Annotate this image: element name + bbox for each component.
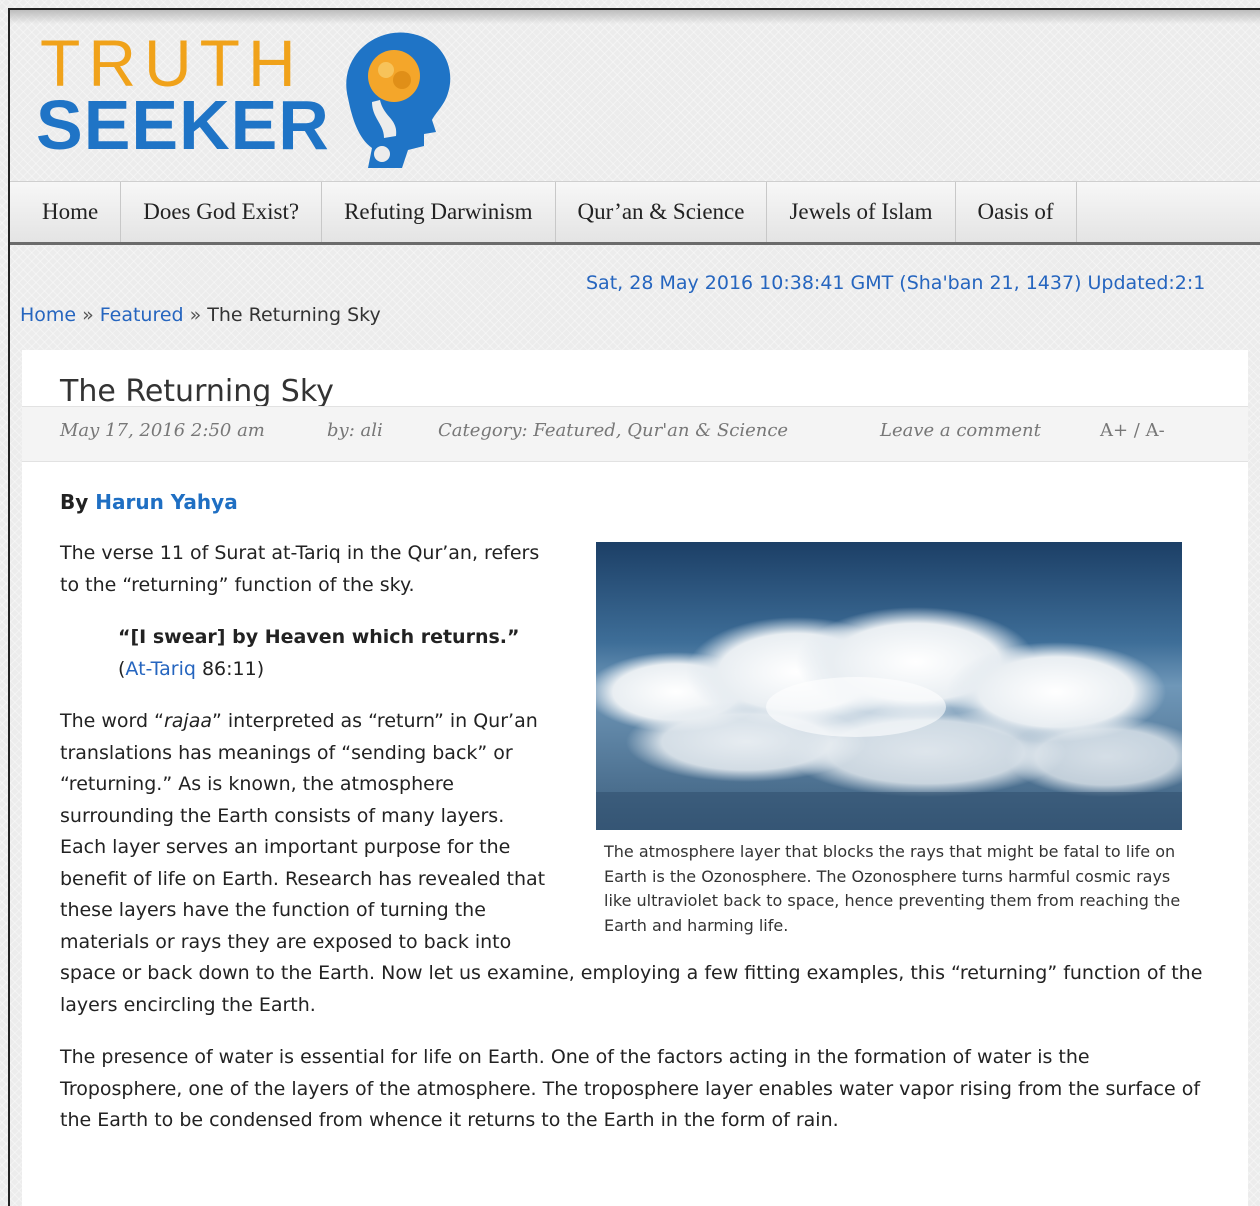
head-question-icon [346,32,451,168]
post-author[interactable]: by: ali [327,420,383,441]
breadcrumb-featured[interactable]: Featured [100,304,184,326]
article-figure: The atmosphere layer that blocks the ray… [596,542,1194,938]
leave-comment-link[interactable]: Leave a comment [880,420,1041,441]
dateline: Sat, 28 May 2016 10:38:41 GMT (Sha'ban 2… [586,272,1206,294]
breadcrumb-current: The Returning Sky [207,304,381,326]
quote-ref-number: 86:11 [201,657,257,680]
verse-quote: “[I swear] by Heaven which returns.” (At… [118,626,520,680]
post-category[interactable]: Category: Featured, Qur'an & Science [438,420,788,441]
para2-start: The word “ [60,710,164,732]
top-shadow [10,10,1260,24]
byline: By Harun Yahya [60,490,238,514]
byline-author-link[interactable]: Harun Yahya [95,490,237,514]
byline-prefix: By [60,490,89,514]
article-body: The atmosphere layer that blocks the ray… [60,538,1210,1158]
article-title: The Returning Sky [60,374,334,409]
nav-quran-science[interactable]: Qur’an & Science [556,182,768,242]
nav-home[interactable]: Home [10,182,122,242]
paragraph-water: The presence of water is essential for l… [60,1046,1201,1131]
quote-text: “[I swear] by Heaven which returns.” [118,626,520,648]
logo-word-seeker: SEEKER [36,86,330,164]
clouds-photo [596,542,1182,830]
post-date: May 17, 2016 2:50 am [60,420,265,441]
nav-does-god-exist[interactable]: Does God Exist? [121,182,323,242]
breadcrumb-separator: » [82,304,94,326]
quote-ref-link[interactable]: At-Tariq [125,658,195,680]
breadcrumb-home[interactable]: Home [20,304,76,326]
breadcrumb: Home» Featured» The Returning Sky [20,304,381,326]
breadcrumb-separator: » [189,304,202,326]
article-meta: May 17, 2016 2:50 am by: ali Category: F… [22,406,1248,462]
term-rajaa: rajaa [163,710,212,732]
article-card: The Returning Sky May 17, 2016 2:50 am b… [22,350,1248,1206]
main-nav: Home Does God Exist? Refuting Darwinism … [10,181,1260,245]
nav-oasis-of[interactable]: Oasis of [956,182,1077,242]
figure-caption: The atmosphere layer that blocks the ray… [604,842,1181,935]
nav-jewels-of-islam[interactable]: Jewels of Islam [767,182,956,242]
nav-refuting-darwinism[interactable]: Refuting Darwinism [322,182,556,242]
site-logo[interactable]: TRUTH SEEKER [32,28,452,168]
browser-frame: TRUTH SEEKER Home Does God Exist? Refuti… [8,8,1260,1206]
font-size-toggle[interactable]: A+ / A- [1100,420,1165,441]
